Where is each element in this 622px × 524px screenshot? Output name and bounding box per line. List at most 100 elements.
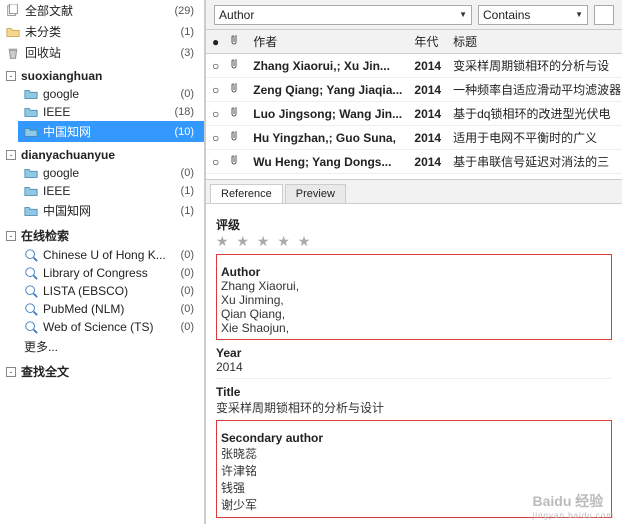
search-bar: Author ▼ Contains ▼ [206, 0, 622, 30]
row-read-dot[interactable]: ○ [206, 54, 225, 78]
collapse-icon[interactable]: - [6, 71, 16, 81]
col-attach[interactable] [225, 30, 247, 54]
sidebar-item-trash[interactable]: 回收站 (3) [0, 42, 204, 63]
sidebar-item-label: google [43, 166, 79, 180]
collapse-icon[interactable]: - [6, 231, 16, 241]
col-title[interactable]: 标题 [447, 30, 622, 54]
row-read-dot[interactable]: ○ [206, 102, 225, 126]
sidebar-item-count: (0) [181, 249, 200, 261]
sidebar-item-count: (10) [174, 126, 200, 138]
paperclip-icon[interactable] [225, 126, 247, 150]
globe-search-icon [24, 302, 38, 316]
globe-search-icon [24, 320, 38, 334]
paperclip-icon[interactable] [225, 150, 247, 174]
collapse-icon[interactable]: - [6, 367, 16, 377]
paperclip-icon[interactable] [225, 78, 247, 102]
sidebar-item-ieee[interactable]: IEEE (18) [18, 103, 204, 121]
cell-author: Hu Yingzhan,; Guo Suna, [247, 126, 408, 150]
sidebar-online-item[interactable]: LISTA (EBSCO) (0) [18, 282, 204, 300]
sidebar-find-fulltext[interactable]: - 查找全文 [0, 361, 204, 382]
search-input[interactable] [594, 5, 614, 25]
sidebar-group-label: 查找全文 [21, 363, 69, 380]
sidebar-online-item[interactable]: PubMed (NLM) (0) [18, 300, 204, 318]
chevron-down-icon: ▼ [459, 10, 467, 19]
sidebar-item-cnki2[interactable]: 中国知网 (1) [18, 200, 204, 221]
cell-title: 基于串联信号延迟对消法的三 [447, 150, 622, 174]
sidebar-item-label: PubMed (NLM) [43, 302, 124, 316]
sidebar-item-count: (0) [181, 285, 200, 297]
cell-year: 2014 [408, 150, 447, 174]
sidebar-item-label: 未分类 [25, 23, 61, 40]
folder-icon [24, 105, 38, 119]
sidebar-item-count: (0) [181, 303, 200, 315]
sidebar-item-count: (29) [174, 5, 200, 17]
sidebar-item-label: LISTA (EBSCO) [43, 284, 128, 298]
search-field-value: Author [219, 8, 254, 22]
rating-stars[interactable]: ★ ★ ★ ★ ★ [216, 233, 612, 250]
row-read-dot[interactable]: ○ [206, 150, 225, 174]
folder-icon [24, 87, 38, 101]
sidebar-online-item[interactable]: Chinese U of Hong K... (0) [18, 246, 204, 264]
results-table: ● 作者 年代 标题 ○ Zhang Xiaorui,; Xu Jin... 201… [206, 30, 622, 174]
sidebar-item-unfiled[interactable]: 未分类 (1) [0, 21, 204, 42]
sidebar-online-search[interactable]: - 在线检索 [0, 225, 204, 246]
search-field-select[interactable]: Author ▼ [214, 5, 472, 25]
table-row[interactable]: ○Luo Jingsong; Wang Jin...2014基于dq锁相环的改进… [206, 102, 622, 126]
paperclip-icon[interactable] [225, 102, 247, 126]
col-author[interactable]: 作者 [247, 30, 408, 54]
table-row[interactable]: ○Wu Heng; Yang Dongs...2014基于串联信号延迟对消法的三 [206, 150, 622, 174]
sidebar-item-ieee2[interactable]: IEEE (1) [18, 182, 204, 200]
sidebar-item-count: (1) [181, 205, 200, 217]
sidebar-item-label: IEEE [43, 184, 70, 198]
col-year[interactable]: 年代 [408, 30, 447, 54]
sidebar-item-label: IEEE [43, 105, 70, 119]
sidebar-item-cnki[interactable]: 中国知网 (10) [18, 121, 204, 142]
year-value: 2014 [216, 360, 612, 374]
paperclip-icon[interactable] [225, 54, 247, 78]
sidebar-item-alldocs[interactable]: 全部文献 (29) [0, 0, 204, 21]
sidebar-online-more[interactable]: 更多... [18, 336, 204, 357]
globe-search-icon [24, 266, 38, 280]
author-value: Zhang Xiaorui, Xu Jinming, Qian Qiang, X… [221, 279, 607, 335]
folder-icon [24, 184, 38, 198]
row-read-dot[interactable]: ○ [206, 78, 225, 102]
table-row[interactable]: ○Zeng Qiang; Yang Jiaqia...2014一种频率自适应滑动… [206, 78, 622, 102]
tab-preview[interactable]: Preview [285, 184, 346, 203]
sidebar-item-label: 更多... [24, 338, 58, 355]
table-row[interactable]: ○Hu Yingzhan,; Guo Suna,2014适用于电网不平衡时的广义 [206, 126, 622, 150]
author-highlight-box: Author Zhang Xiaorui, Xu Jinming, Qian Q… [216, 254, 612, 340]
folder-icon [24, 166, 38, 180]
detail-pane[interactable]: 评级 ★ ★ ★ ★ ★ Author Zhang Xiaorui, Xu Ji… [206, 204, 622, 524]
results-table-wrap[interactable]: ● 作者 年代 标题 ○ Zhang Xiaorui,; Xu Jin... 201… [206, 30, 622, 180]
collapse-icon[interactable]: - [6, 150, 16, 160]
sidebar-item-count: (1) [181, 26, 200, 38]
sidebar-online-item[interactable]: Web of Science (TS)(0) [18, 318, 204, 336]
search-operator-select[interactable]: Contains ▼ [478, 5, 588, 25]
secondary-author-label: Secondary author [221, 431, 607, 445]
cell-title: 适用于电网不平衡时的广义 [447, 126, 622, 150]
sidebar-tree: 全部文献 (29) 未分类 (1) 回收站 [0, 0, 204, 382]
sidebar-item-count: (0) [181, 88, 200, 100]
author-label: Author [221, 265, 607, 279]
folder-icon [24, 125, 38, 139]
sidebar-item-count: (0) [181, 167, 200, 179]
sidebar-online-item[interactable]: Library of Congress(0) [18, 264, 204, 282]
globe-search-icon [24, 248, 38, 262]
sidebar-item-label: 中国知网 [43, 123, 91, 140]
sidebar-item-label: Chinese U of Hong K... [43, 248, 166, 262]
title-value: 变采样周期锁相环的分析与设计 [216, 399, 612, 416]
tab-reference[interactable]: Reference [210, 184, 283, 203]
cell-author: Luo Jingsong; Wang Jin... [247, 102, 408, 126]
docs-icon [6, 4, 20, 18]
cell-author: Zhang Xiaorui,; Xu Jin... [247, 54, 408, 78]
sidebar-item-label: 全部文献 [25, 2, 73, 19]
sidebar-group-dianyachuanyue[interactable]: - dianyachuanyue [0, 146, 204, 164]
col-dot[interactable]: ● [206, 30, 225, 54]
row-read-dot[interactable]: ○ [206, 126, 225, 150]
secondary-author-highlight-box: Secondary author 张晓蕊 许津铭 钱强 谢少军 [216, 420, 612, 518]
sidebar-item-google[interactable]: google (0) [18, 85, 204, 103]
table-row[interactable]: ○Zhang Xiaorui,; Xu Jin...2014变采样周期锁相环的分… [206, 54, 622, 78]
sidebar-group-suoxianghuan[interactable]: - suoxianghuan [0, 67, 204, 85]
year-label: Year [216, 346, 612, 360]
sidebar-item-google2[interactable]: google (0) [18, 164, 204, 182]
